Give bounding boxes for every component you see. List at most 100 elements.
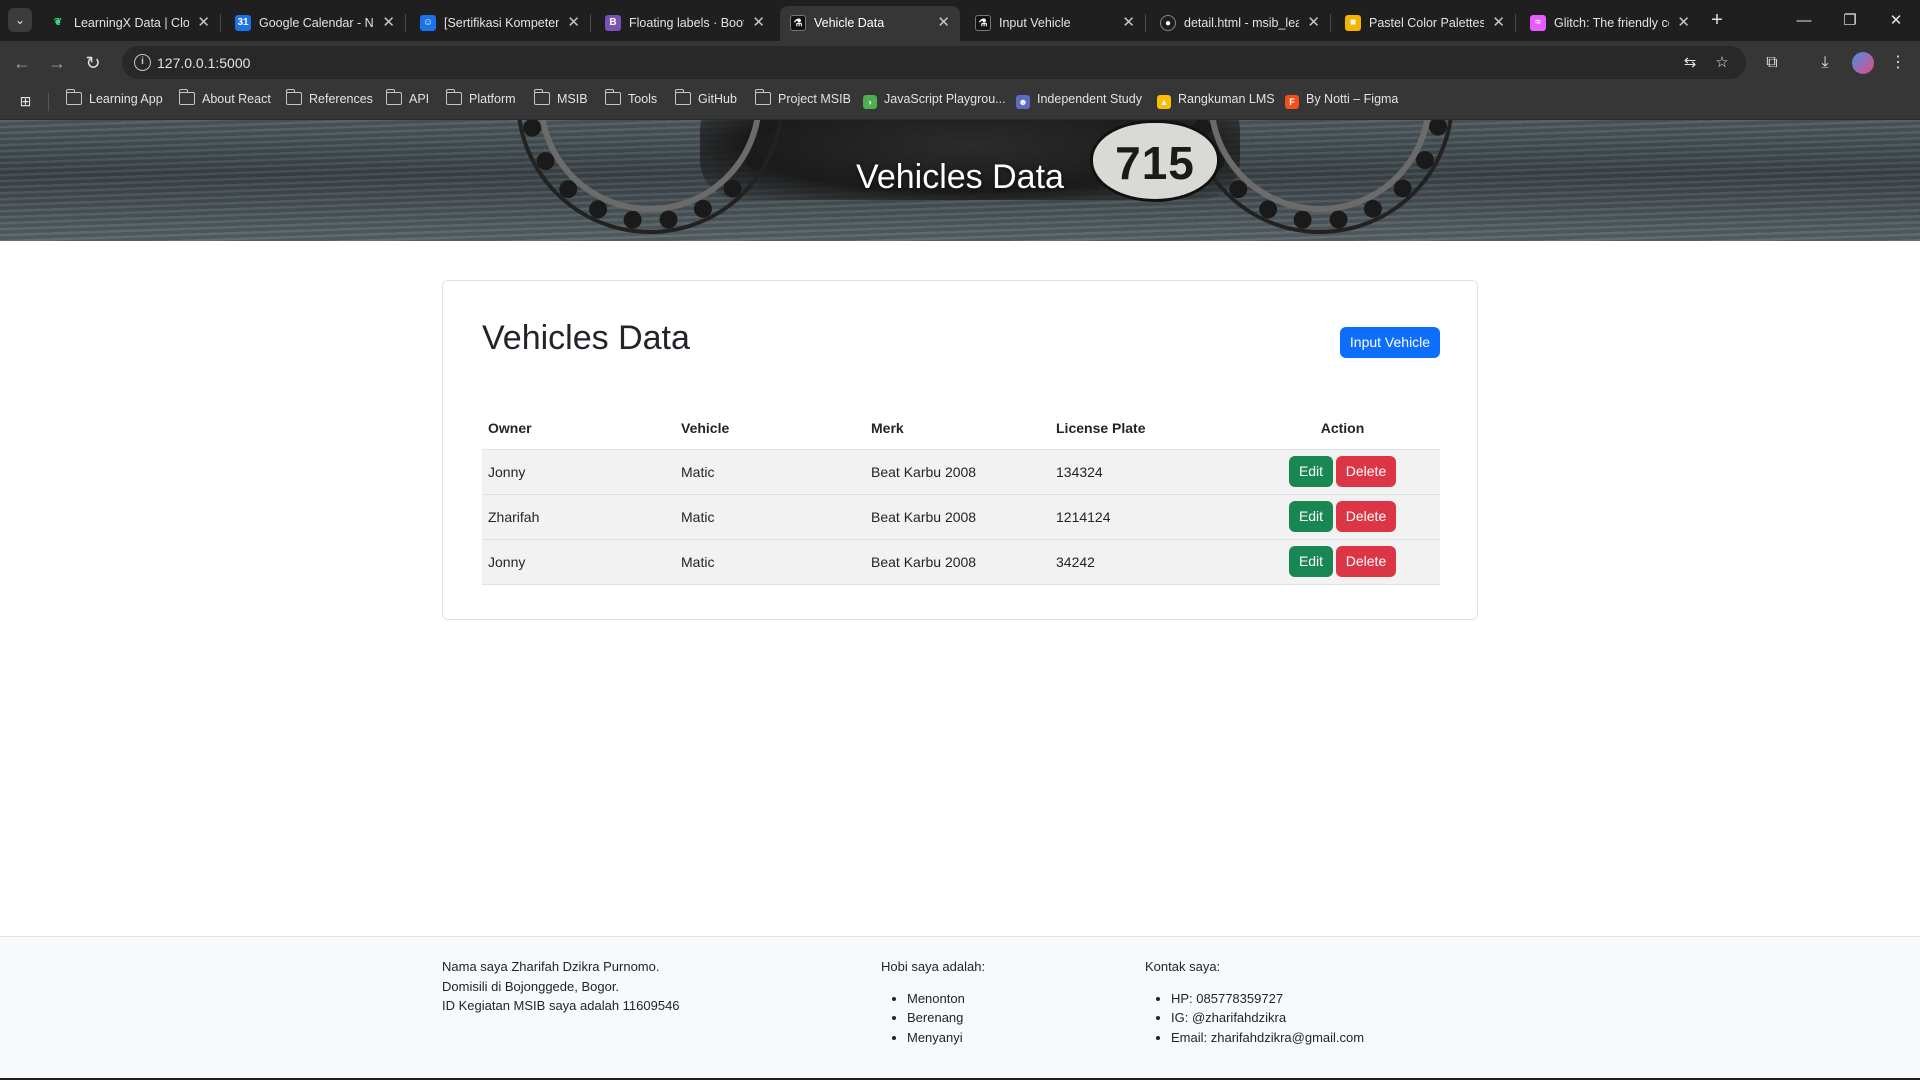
page-title: Vehicles Data [482, 319, 690, 357]
table-row: Zharifah Matic Beat Karbu 2008 1214124 E… [482, 494, 1440, 540]
bookmark-api[interactable]: API [385, 89, 429, 112]
footer-about: Nama saya Zharifah Dzikra Purnomo. Domis… [442, 957, 680, 1016]
close-icon[interactable]: ✕ [197, 13, 210, 31]
tab-bootstrap[interactable]: B Floating labels · Bootstrap ✕ [595, 6, 775, 41]
edit-button[interactable]: Edit [1289, 546, 1333, 577]
bookmark-project-msib[interactable]: Project MSIB [754, 89, 851, 112]
folder-icon [445, 89, 462, 105]
url-text[interactable]: 127.0.0.1:5000 [157, 55, 250, 71]
bookmark-tools[interactable]: Tools [604, 89, 657, 112]
tab-google-calendar[interactable]: 31 Google Calendar - Nov ✕ [225, 6, 406, 41]
extensions-puzzle-icon[interactable]: ⧉ [1758, 49, 1786, 77]
cell-action: Edit Delete [1245, 449, 1440, 495]
tab-divider [1145, 14, 1146, 32]
close-icon[interactable]: ✕ [1307, 13, 1320, 31]
list-item: Menonton [907, 989, 985, 1009]
tab-title: Floating labels · Bootstrap [629, 16, 744, 30]
hero-banner: 715 Vehicles Data [0, 120, 1920, 241]
github-icon: ● [1160, 15, 1176, 31]
window-close-icon[interactable]: ✕ [1873, 0, 1919, 41]
bookmark-label: References [309, 92, 373, 106]
tab-vehicle-data[interactable]: ⚗ Vehicle Data ✕ [780, 6, 960, 41]
bookmark-learning-app[interactable]: Learning App [65, 89, 163, 112]
download-icon[interactable]: ⤓ [1811, 49, 1839, 77]
bookmark-references[interactable]: References [285, 89, 373, 112]
bookmark-platform[interactable]: Platform [445, 89, 516, 112]
edit-button[interactable]: Edit [1289, 501, 1333, 532]
bookmark-label: Independent Study [1037, 92, 1142, 106]
bookmark-figma[interactable]: F By Notti – Figma [1285, 92, 1398, 112]
tab-title: [Sertifikasi Kompetensi [444, 16, 559, 30]
folder-icon [65, 89, 82, 105]
address-bar[interactable]: i 127.0.0.1:5000 ⇆ ☆ [122, 46, 1746, 79]
bookmark-label: Rangkuman LMS [1178, 92, 1275, 106]
bookmark-label: GitHub [698, 92, 737, 106]
forward-arrow-icon[interactable]: → [43, 49, 71, 77]
bookmark-github[interactable]: GitHub [674, 89, 737, 112]
restore-icon[interactable]: ❐ [1827, 0, 1873, 41]
cell-license-plate: 1214124 [1050, 494, 1245, 540]
tab-learningx[interactable]: ❦ LearningX Data | Cloud ✕ [40, 6, 221, 41]
site-info-icon[interactable]: i [134, 54, 151, 71]
tab-github-detail[interactable]: ● detail.html - msib_learn ✕ [1150, 6, 1331, 41]
bookmark-star-icon[interactable]: ☆ [1711, 52, 1733, 74]
bootstrap-icon: B [605, 15, 621, 31]
list-item: IG: @zharifahdzikra [1171, 1008, 1364, 1028]
tab-input-vehicle[interactable]: ⚗ Input Vehicle ✕ [965, 6, 1146, 41]
contact-heading: Kontak saya: [1145, 959, 1221, 974]
cell-vehicle: Matic [675, 449, 865, 495]
hobbies-list: Menonton Berenang Menyanyi [881, 989, 985, 1048]
list-item: Email: zharifahdzikra@gmail.com [1171, 1028, 1364, 1048]
tab-divider [1330, 14, 1331, 32]
close-icon[interactable]: ✕ [382, 13, 395, 31]
bookmark-about-react[interactable]: About React [178, 89, 271, 112]
bookmark-msib[interactable]: MSIB [533, 89, 588, 112]
apps-grid-icon[interactable]: ⊞ [17, 93, 34, 110]
delete-button[interactable]: Delete [1336, 546, 1396, 577]
tab-divider [220, 14, 221, 32]
code-brackets-icon: › [863, 95, 877, 109]
bookmark-rangkuman-lms[interactable]: ▲ Rangkuman LMS [1157, 92, 1275, 112]
kebab-menu-icon[interactable]: ⋮ [1884, 49, 1912, 77]
bookmark-label: By Notti – Figma [1306, 92, 1399, 106]
tab-title: detail.html - msib_learn [1184, 16, 1299, 30]
page-footer: Nama saya Zharifah Dzikra Purnomo. Domis… [0, 936, 1920, 1080]
close-icon[interactable]: ✕ [1677, 13, 1690, 31]
tab-glitch[interactable]: ≈ Glitch: The friendly comm ✕ [1520, 6, 1700, 41]
reload-icon[interactable]: ↻ [79, 49, 107, 77]
tab-title: Glitch: The friendly comm [1554, 16, 1669, 30]
delete-button[interactable]: Delete [1336, 456, 1396, 487]
list-item: HP: 085778359727 [1171, 989, 1364, 1009]
leaf-icon: ❦ [50, 15, 66, 31]
tab-divider [1515, 14, 1516, 32]
cell-merk: Beat Karbu 2008 [865, 449, 1050, 495]
close-icon[interactable]: ✕ [937, 13, 950, 31]
bookmark-independent-study[interactable]: ☻ Independent Study [1016, 92, 1142, 112]
tab-search-chevron-icon[interactable]: ⌄ [8, 8, 32, 32]
cell-owner: Jonny [482, 539, 675, 585]
edit-button[interactable]: Edit [1289, 456, 1333, 487]
close-icon[interactable]: ✕ [752, 13, 765, 31]
minimize-icon[interactable]: — [1781, 0, 1827, 41]
back-arrow-icon[interactable]: ← [8, 49, 36, 77]
new-tab-plus-icon[interactable]: + [1704, 7, 1730, 33]
bookmark-javascript-playground[interactable]: › JavaScript Playgrou... [863, 92, 1006, 112]
tab-title: Vehicle Data [814, 16, 885, 30]
delete-button[interactable]: Delete [1336, 501, 1396, 532]
hero-title: Vehicles Data [856, 158, 1064, 196]
bookmark-label: About React [202, 92, 271, 106]
translate-icon[interactable]: ⇆ [1679, 52, 1701, 74]
tab-title: Google Calendar - Nov [259, 16, 374, 30]
tab-pastel-palettes[interactable]: ■ Pastel Color Palettes ✕ [1335, 6, 1516, 41]
input-vehicle-button[interactable]: Input Vehicle [1340, 327, 1440, 358]
profile-avatar[interactable] [1852, 52, 1874, 74]
palette-icon: ■ [1345, 15, 1361, 31]
close-icon[interactable]: ✕ [567, 13, 580, 31]
vehicles-table: Owner Vehicle Merk License Plate Action … [482, 407, 1440, 585]
folder-icon [178, 89, 195, 105]
close-icon[interactable]: ✕ [1122, 13, 1135, 31]
bookmarks-bar: ⊞ Learning App About React References AP… [0, 84, 1920, 120]
close-icon[interactable]: ✕ [1492, 13, 1505, 31]
tab-sertifikasi[interactable]: ☺ [Sertifikasi Kompetensi ✕ [410, 6, 591, 41]
bookmark-label: Project MSIB [778, 92, 851, 106]
